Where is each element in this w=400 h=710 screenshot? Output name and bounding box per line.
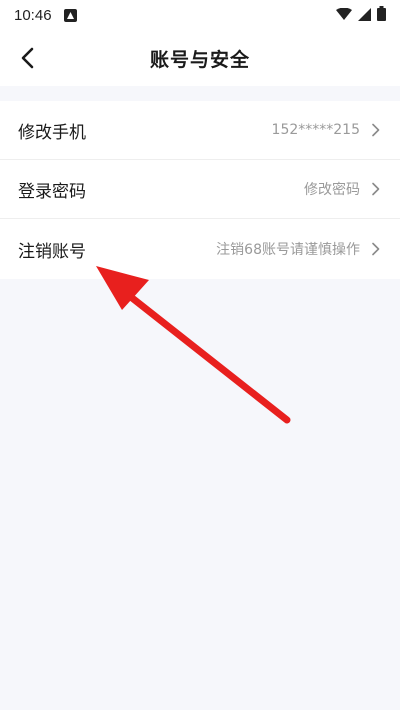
login-password-right: 修改密码 [304,179,382,199]
change-phone-value: 152*****215 [271,122,360,138]
chevron-right-icon [368,123,382,137]
change-phone-right: 152*****215 [272,122,382,138]
status-left: 10:46 [14,7,77,24]
wifi-icon [336,6,352,25]
login-password-value: 修改密码 [304,182,360,198]
header: 账号与安全 [0,30,400,86]
status-bar: 10:46 [0,0,400,30]
cancel-account-row[interactable]: 注销账号 注销68账号请谨慎操作 [0,219,400,279]
chevron-right-icon [368,242,382,256]
settings-list: 修改手机 152*****215 登录密码 修改密码 注销账号 注销68账号请谨… [0,101,400,279]
back-button[interactable] [12,42,44,74]
change-phone-label: 修改手机 [18,122,86,143]
back-arrow-icon [21,47,34,69]
status-right [336,5,386,25]
cancel-account-label: 注销账号 [18,241,86,262]
battery-icon [377,5,386,25]
annotation-arrow-shaft [118,286,291,424]
page-title: 账号与安全 [149,48,250,71]
login-password-label: 登录密码 [18,181,86,202]
status-time: 10:46 [14,6,52,24]
signal-icon [358,6,371,25]
cancel-account-right: 注销68账号请谨慎操作 [216,239,382,259]
notification-icon [63,8,77,22]
cancel-account-value: 注销68账号请谨慎操作 [216,242,360,258]
chevron-right-icon [368,182,382,196]
change-phone-row[interactable]: 修改手机 152*****215 [0,101,400,160]
login-password-row[interactable]: 登录密码 修改密码 [0,160,400,219]
